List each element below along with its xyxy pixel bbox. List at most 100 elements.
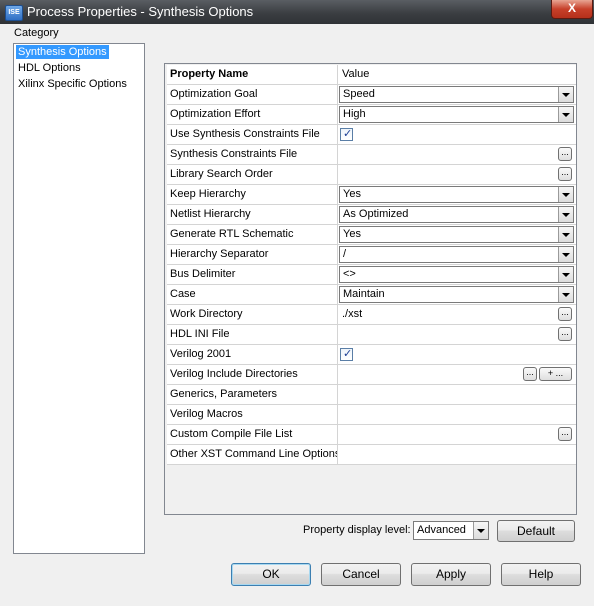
property-row-verilog-include-directories[interactable]: Verilog Include Directories... + ... (167, 365, 576, 385)
property-row-use-synthesis-constraints-file[interactable]: Use Synthesis Constraints File ✓ (167, 125, 576, 145)
property-value-cell[interactable]: Yes (338, 185, 576, 204)
dropdown-button[interactable] (558, 107, 573, 122)
netlist-hierarchy-select[interactable]: As Optimized (339, 206, 574, 223)
cancel-button[interactable]: Cancel (321, 563, 401, 586)
help-button[interactable]: Help (501, 563, 581, 586)
property-row-verilog-2001[interactable]: Verilog 2001 ✓ (167, 345, 576, 365)
display-level-dropdown-button[interactable] (473, 522, 488, 539)
property-row-library-search-order[interactable]: Library Search Order... (167, 165, 576, 185)
property-row-netlist-hierarchy[interactable]: Netlist Hierarchy As Optimized (167, 205, 576, 225)
dropdown-button[interactable] (558, 287, 573, 302)
browse-button[interactable]: ... (558, 427, 572, 441)
property-row-case[interactable]: Case Maintain (167, 285, 576, 305)
browse-button[interactable]: ... (558, 307, 572, 321)
browse-button[interactable]: ... (558, 147, 572, 161)
select-value: <> (343, 268, 356, 280)
property-value-cell[interactable]: ✓ (338, 345, 576, 364)
dropdown-button[interactable] (558, 207, 573, 222)
property-value-cell[interactable]: As Optimized (338, 205, 576, 224)
category-item-hdl-options[interactable]: HDL Options (16, 61, 83, 75)
add-directory-button[interactable]: + ... (539, 367, 572, 381)
window-title: Process Properties - Synthesis Options (27, 4, 254, 19)
property-row-custom-compile-file-list[interactable]: Custom Compile File List... (167, 425, 576, 445)
property-row-generate-rtl-schematic[interactable]: Generate RTL Schematic Yes (167, 225, 576, 245)
property-value-cell[interactable]: ... (338, 425, 576, 444)
property-name: Case (167, 285, 338, 304)
property-row-work-directory[interactable]: Work Directory ./xst... (167, 305, 576, 325)
category-item-synthesis-options[interactable]: Synthesis Options (16, 45, 109, 59)
property-value-cell[interactable] (338, 405, 576, 424)
property-value-cell[interactable]: Maintain (338, 285, 576, 304)
property-row-bus-delimiter[interactable]: Bus Delimiter <> (167, 265, 576, 285)
chevron-down-icon (562, 193, 570, 197)
ise-app-icon: ISE (5, 5, 23, 21)
property-value-cell[interactable]: ... (338, 145, 576, 164)
generate-rtl-schematic-select[interactable]: Yes (339, 226, 574, 243)
table-header-row: Property Name Value (167, 65, 576, 85)
property-name: Bus Delimiter (167, 265, 338, 284)
property-name: Generics, Parameters (167, 385, 338, 404)
display-level-select[interactable]: Advanced (413, 521, 489, 540)
chevron-down-icon (562, 293, 570, 297)
property-row-generics-parameters[interactable]: Generics, Parameters (167, 385, 576, 405)
property-row-keep-hierarchy[interactable]: Keep Hierarchy Yes (167, 185, 576, 205)
property-name: Verilog Include Directories (167, 365, 338, 384)
property-row-synthesis-constraints-file[interactable]: Synthesis Constraints File... (167, 145, 576, 165)
property-name: Custom Compile File List (167, 425, 338, 444)
select-value: Maintain (343, 288, 385, 300)
property-value-cell[interactable]: ./xst... (338, 305, 576, 324)
dropdown-button[interactable] (558, 227, 573, 242)
close-button[interactable]: X (551, 0, 593, 19)
dropdown-button[interactable] (558, 247, 573, 262)
dropdown-button[interactable] (558, 267, 573, 282)
property-value-cell[interactable]: / (338, 245, 576, 264)
property-value-cell[interactable]: Speed (338, 85, 576, 104)
property-value-cell[interactable]: ... (338, 325, 576, 344)
select-value: Speed (343, 88, 375, 100)
dropdown-button[interactable] (558, 87, 573, 102)
browse-button[interactable]: ... (523, 367, 537, 381)
category-item-xilinx-specific-options[interactable]: Xilinx Specific Options (16, 77, 129, 91)
property-row-optimization-effort[interactable]: Optimization Effort High (167, 105, 576, 125)
property-name: Generate RTL Schematic (167, 225, 338, 244)
optimization-goal-select[interactable]: Speed (339, 86, 574, 103)
ok-button[interactable]: OK (231, 563, 311, 586)
property-value-cell[interactable] (338, 445, 576, 464)
property-row-other-xst-command-line-options[interactable]: Other XST Command Line Options (167, 445, 576, 465)
verilog-2001-checkbox[interactable]: ✓ (340, 348, 353, 361)
select-value: High (343, 108, 366, 120)
chevron-down-icon (562, 273, 570, 277)
case-select[interactable]: Maintain (339, 286, 574, 303)
property-value-cell[interactable]: Yes (338, 225, 576, 244)
default-button[interactable]: Default (497, 520, 575, 542)
apply-button[interactable]: Apply (411, 563, 491, 586)
property-row-verilog-macros[interactable]: Verilog Macros (167, 405, 576, 425)
property-value-cell[interactable]: ... (338, 165, 576, 184)
property-name: Hierarchy Separator (167, 245, 338, 264)
hierarchy-separator-select[interactable]: / (339, 246, 574, 263)
property-name: Verilog 2001 (167, 345, 338, 364)
property-value-cell[interactable] (338, 385, 576, 404)
property-row-hdl-ini-file[interactable]: HDL INI File... (167, 325, 576, 345)
property-row-hierarchy-separator[interactable]: Hierarchy Separator / (167, 245, 576, 265)
dropdown-button[interactable] (558, 187, 573, 202)
select-value: Yes (343, 188, 361, 200)
optimization-effort-select[interactable]: High (339, 106, 574, 123)
property-name: Keep Hierarchy (167, 185, 338, 204)
property-value-cell[interactable]: High (338, 105, 576, 124)
bus-delimiter-select[interactable]: <> (339, 266, 574, 283)
property-value-cell[interactable]: ... + ... (338, 365, 576, 384)
header-value-cell[interactable]: Value (338, 65, 576, 84)
browse-button[interactable]: ... (558, 167, 572, 181)
title-bar[interactable]: ISE Process Properties - Synthesis Optio… (0, 0, 594, 24)
work-directory-value[interactable]: ./xst (342, 305, 362, 324)
property-grid: Property Name Value Optimization Goal Spe… (164, 63, 577, 515)
keep-hierarchy-select[interactable]: Yes (339, 186, 574, 203)
use-synthesis-constraints-file-checkbox[interactable]: ✓ (340, 128, 353, 141)
browse-button[interactable]: ... (558, 327, 572, 341)
property-value-cell[interactable]: <> (338, 265, 576, 284)
property-row-optimization-goal[interactable]: Optimization Goal Speed (167, 85, 576, 105)
header-property-name[interactable]: Property Name (167, 65, 338, 84)
property-value-cell[interactable]: ✓ (338, 125, 576, 144)
property-name: Netlist Hierarchy (167, 205, 338, 224)
